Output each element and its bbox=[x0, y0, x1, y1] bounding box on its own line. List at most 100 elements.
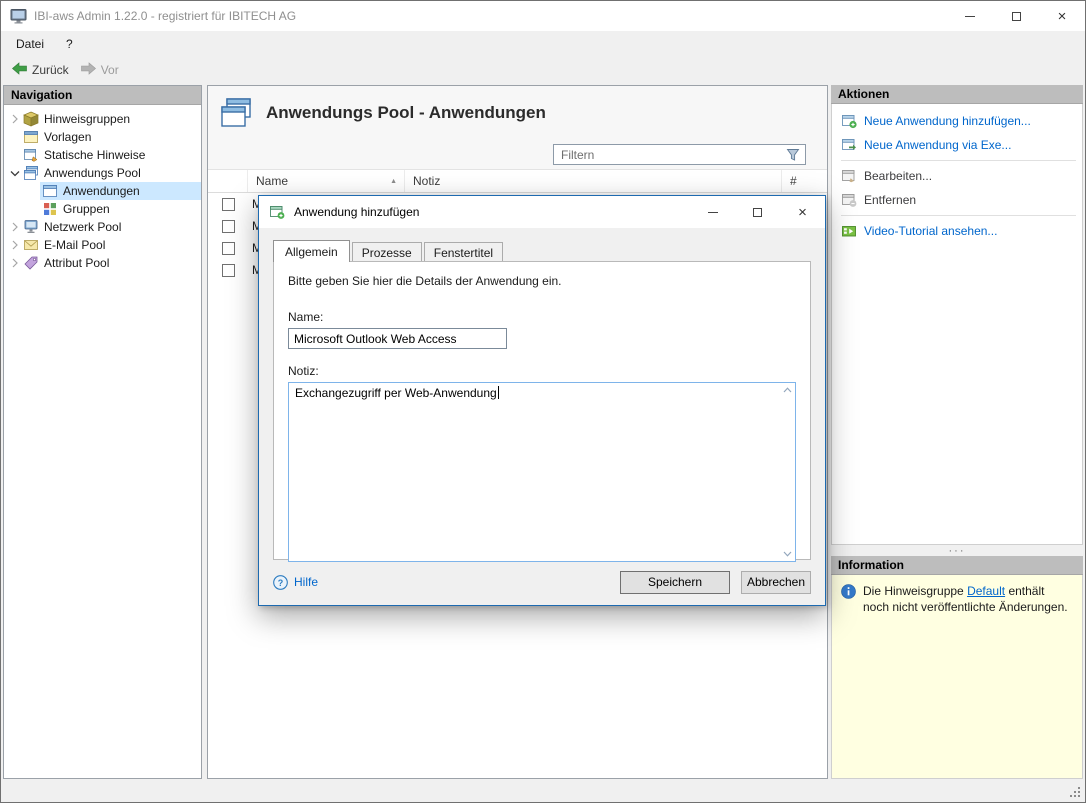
status-strip bbox=[1, 781, 1085, 802]
save-button[interactable]: Speichern bbox=[620, 571, 730, 594]
window-title: IBI-aws Admin 1.22.0 - registriert für I… bbox=[34, 9, 296, 23]
dialog-minimize-button[interactable] bbox=[690, 196, 735, 228]
back-button[interactable]: Zurück bbox=[7, 59, 76, 81]
remove-icon bbox=[841, 192, 857, 208]
dialog-maximize-button[interactable] bbox=[735, 196, 780, 228]
sidebar-item-label: Gruppen bbox=[63, 202, 110, 216]
sidebar-item-label: Statische Hinweise bbox=[44, 148, 145, 162]
table-header: Name ▲ Notiz # bbox=[208, 170, 827, 193]
row-checkbox[interactable] bbox=[222, 198, 235, 211]
notiz-scrollbar[interactable] bbox=[779, 383, 795, 561]
sidebar-item-vorlagen[interactable]: Vorlagen bbox=[4, 128, 201, 146]
information-header: Information bbox=[831, 556, 1083, 575]
column-name[interactable]: Name ▲ bbox=[248, 170, 405, 192]
resize-grip-icon[interactable] bbox=[1078, 795, 1080, 797]
filter-funnel-icon[interactable] bbox=[786, 148, 800, 162]
help-icon: ? bbox=[273, 575, 288, 590]
actions-header: Aktionen bbox=[831, 85, 1083, 104]
action-bearbeiten[interactable]: Bearbeiten... bbox=[832, 164, 1082, 188]
navigation-header: Navigation bbox=[4, 86, 201, 105]
action-neue-anwendung[interactable]: Neue Anwendung hinzufügen... bbox=[832, 109, 1082, 133]
forward-arrow-icon bbox=[80, 61, 97, 79]
notiz-text: Exchangezugriff per Web-Anwendung bbox=[289, 383, 779, 561]
panel-splitter[interactable]: ··· bbox=[831, 545, 1083, 556]
name-field[interactable] bbox=[288, 328, 507, 349]
scroll-up-icon bbox=[783, 387, 792, 393]
name-label: Name: bbox=[288, 310, 796, 324]
dialog-tab-strip: Allgemein Prozesse Fenstertitel bbox=[259, 239, 825, 261]
chevron-down-icon[interactable] bbox=[7, 165, 23, 181]
filter-input[interactable] bbox=[561, 148, 786, 162]
navigation-tree: Hinweisgruppen Vorlagen Statische Hinwei… bbox=[4, 105, 201, 272]
row-checkbox[interactable] bbox=[222, 242, 235, 255]
chevron-right-icon[interactable] bbox=[7, 219, 23, 235]
sidebar-item-netzwerk-pool[interactable]: Netzwerk Pool bbox=[4, 218, 201, 236]
dialog-title-bar: Anwendung hinzufügen × bbox=[259, 196, 825, 228]
hinweisgruppen-icon bbox=[23, 111, 39, 127]
sidebar-item-gruppen[interactable]: Gruppen bbox=[40, 200, 201, 218]
column-count[interactable]: # bbox=[782, 170, 827, 192]
action-entfernen[interactable]: Entfernen bbox=[832, 188, 1082, 212]
column-notiz[interactable]: Notiz bbox=[405, 170, 782, 192]
forward-button[interactable]: Vor bbox=[76, 59, 126, 81]
attribut-pool-icon bbox=[23, 255, 39, 271]
maximize-button[interactable] bbox=[993, 1, 1039, 31]
filter-box bbox=[553, 144, 806, 165]
new-application-icon bbox=[841, 113, 857, 129]
chevron-right-icon[interactable] bbox=[7, 237, 23, 253]
right-panel: Aktionen Neue Anwendung hinzufügen... Ne… bbox=[831, 85, 1083, 779]
gruppen-icon bbox=[42, 201, 58, 217]
sidebar-item-attribut-pool[interactable]: Attribut Pool bbox=[4, 254, 201, 272]
dialog-close-button[interactable]: × bbox=[780, 196, 825, 228]
sidebar-item-email-pool[interactable]: E-Mail Pool bbox=[4, 236, 201, 254]
sidebar-item-label: Vorlagen bbox=[44, 130, 91, 144]
notiz-textarea[interactable]: Exchangezugriff per Web-Anwendung bbox=[288, 382, 796, 562]
sidebar-item-anwendungen[interactable]: Anwendungen bbox=[40, 182, 201, 200]
sidebar-item-anwendungs-pool[interactable]: Anwendungs Pool bbox=[4, 164, 201, 182]
help-link[interactable]: ? Hilfe bbox=[273, 575, 318, 590]
scroll-down-icon bbox=[783, 551, 792, 557]
close-icon: × bbox=[798, 205, 807, 220]
menu-bar: Datei ? bbox=[1, 31, 1085, 57]
title-bar: IBI-aws Admin 1.22.0 - registriert für I… bbox=[1, 1, 1085, 31]
new-application-exe-icon bbox=[841, 137, 857, 153]
dialog-app-icon bbox=[269, 204, 285, 220]
chevron-right-icon[interactable] bbox=[7, 111, 23, 127]
statische-hinweise-icon bbox=[23, 147, 39, 163]
anwendungs-pool-icon bbox=[23, 165, 39, 181]
sidebar-item-label: Netzwerk Pool bbox=[44, 220, 121, 234]
navigation-panel: Navigation Hinweisgruppen Vorlagen Stati… bbox=[3, 85, 202, 779]
menu-help[interactable]: ? bbox=[55, 33, 84, 55]
page-title: Anwendungs Pool - Anwendungen bbox=[266, 103, 546, 123]
row-checkbox[interactable] bbox=[222, 264, 235, 277]
sidebar-item-label: E-Mail Pool bbox=[44, 238, 105, 252]
actions-list: Neue Anwendung hinzufügen... Neue Anwend… bbox=[831, 104, 1083, 545]
main-header: Anwendungs Pool - Anwendungen bbox=[208, 86, 827, 140]
navigation-toolbar: Zurück Vor bbox=[1, 57, 1085, 83]
close-button[interactable]: × bbox=[1039, 1, 1085, 31]
sidebar-item-label: Anwendungs Pool bbox=[44, 166, 141, 180]
minimize-icon bbox=[965, 16, 975, 17]
cancel-button[interactable]: Abbrechen bbox=[741, 571, 811, 594]
tab-fenstertitel[interactable]: Fenstertitel bbox=[424, 242, 503, 261]
text-caret bbox=[498, 386, 499, 399]
netzwerk-pool-icon bbox=[23, 219, 39, 235]
chevron-right-icon[interactable] bbox=[7, 255, 23, 271]
sidebar-item-hinweisgruppen[interactable]: Hinweisgruppen bbox=[4, 110, 201, 128]
action-neue-anwendung-via-exe[interactable]: Neue Anwendung via Exe... bbox=[832, 133, 1082, 157]
minimize-button[interactable] bbox=[947, 1, 993, 31]
action-video-tutorial[interactable]: Video-Tutorial ansehen... bbox=[832, 219, 1082, 243]
row-checkbox[interactable] bbox=[222, 220, 235, 233]
sidebar-item-statische-hinweise[interactable]: Statische Hinweise bbox=[4, 146, 201, 164]
close-icon: × bbox=[1058, 9, 1067, 24]
sidebar-item-label: Hinweisgruppen bbox=[44, 112, 130, 126]
maximize-icon bbox=[753, 208, 762, 217]
tab-allgemein[interactable]: Allgemein bbox=[273, 240, 350, 262]
menu-datei[interactable]: Datei bbox=[5, 33, 55, 55]
default-group-link[interactable]: Default bbox=[967, 584, 1005, 598]
tab-prozesse[interactable]: Prozesse bbox=[352, 242, 422, 261]
notiz-label: Notiz: bbox=[288, 364, 796, 378]
sidebar-item-label: Attribut Pool bbox=[44, 256, 109, 270]
dialog-tab-page: Bitte geben Sie hier die Details der Anw… bbox=[273, 261, 811, 560]
actions-separator bbox=[841, 160, 1076, 161]
